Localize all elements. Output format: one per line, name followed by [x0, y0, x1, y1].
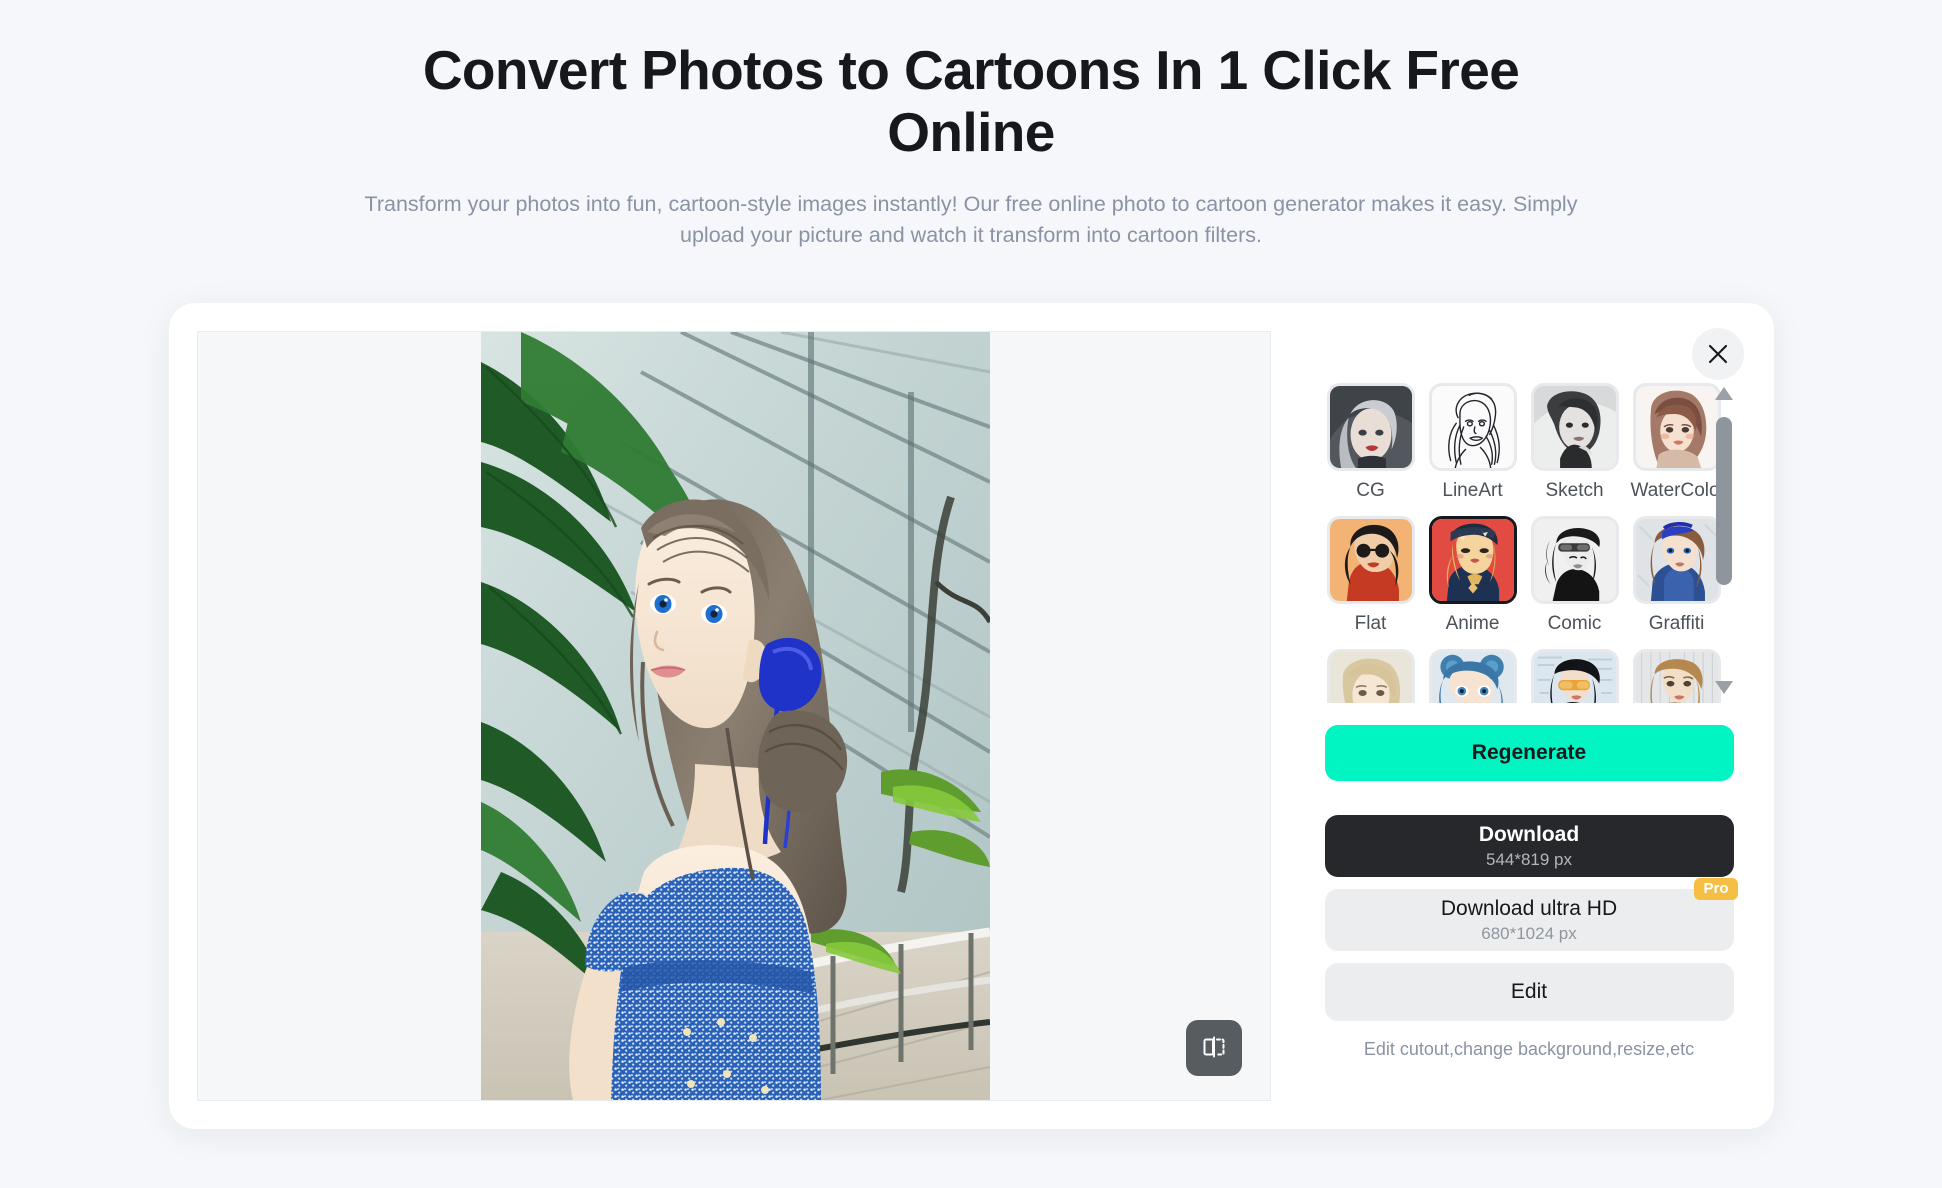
style-option-cg[interactable]: CG	[1325, 383, 1417, 502]
scrollbar-track[interactable]	[1715, 411, 1732, 675]
style-label: WaterColor	[1630, 480, 1726, 502]
download-button[interactable]: Download 544*819 px	[1324, 815, 1734, 878]
style-scrollbar[interactable]	[1714, 387, 1734, 699]
style-grid: CG LineArt Sketch WaterColor Flat Anime …	[1325, 383, 1726, 704]
style-label: Sketch	[1545, 480, 1604, 502]
style-option-row3-c[interactable]	[1529, 649, 1621, 704]
style-option-row3-a[interactable]	[1325, 649, 1417, 704]
style-thumbnail-watercolor	[1632, 383, 1721, 472]
close-icon	[1707, 343, 1729, 365]
style-thumbnail-cg	[1326, 383, 1415, 472]
style-label: Comic	[1547, 613, 1602, 635]
style-label: Anime	[1445, 613, 1500, 635]
page-subtitle: Transform your photos into fun, cartoon-…	[364, 192, 1578, 247]
style-option-sketch[interactable]: Sketch	[1529, 383, 1621, 502]
style-option-row3-d[interactable]	[1631, 649, 1723, 704]
style-label: Graffiti	[1648, 613, 1705, 635]
style-thumbnail-row3-c	[1530, 649, 1619, 704]
style-option-anime[interactable]: Anime	[1427, 516, 1519, 635]
style-option-flat[interactable]: Flat	[1325, 516, 1417, 635]
style-thumbnail-anime	[1428, 516, 1517, 605]
style-thumbnail-flat	[1326, 516, 1415, 605]
pro-badge: Pro	[1694, 878, 1738, 901]
scroll-down-arrow-icon[interactable]	[1714, 681, 1733, 699]
style-thumbnail-row3-b	[1428, 649, 1517, 704]
regenerate-button[interactable]: Regenerate	[1324, 725, 1734, 782]
style-label: LineArt	[1442, 480, 1503, 502]
style-thumbnail-comic	[1530, 516, 1619, 605]
image-canvas	[196, 331, 1271, 1102]
style-thumbnail-graffiti	[1632, 516, 1721, 605]
style-option-watercolor[interactable]: WaterColor	[1630, 383, 1726, 502]
result-image	[480, 332, 990, 1101]
edit-button[interactable]: Edit	[1324, 963, 1734, 1022]
download-ultra-label: Download ultra HD	[1440, 896, 1618, 920]
editor-card-wrapper: CG LineArt Sketch WaterColor Flat Anime …	[0, 303, 1942, 1130]
editor-card: CG LineArt Sketch WaterColor Flat Anime …	[168, 303, 1774, 1130]
style-thumbnail-row3-a	[1326, 649, 1415, 704]
regenerate-label: Regenerate	[1471, 741, 1587, 765]
download-ultra-hd-button[interactable]: Download ultra HD 680*1024 px Pro	[1324, 878, 1738, 952]
style-label: CG	[1356, 480, 1385, 502]
style-option-row3-b[interactable]	[1427, 649, 1519, 704]
page-title: Convert Photos to Cartoons In 1 Click Fr…	[422, 39, 1520, 163]
style-option-comic[interactable]: Comic	[1529, 516, 1621, 635]
edit-label: Edit	[1510, 980, 1548, 1004]
scrollbar-thumb[interactable]	[1715, 417, 1732, 586]
style-option-graffiti[interactable]: Graffiti	[1631, 516, 1723, 635]
download-ultra-size: 680*1024 px	[1481, 923, 1577, 943]
action-buttons: Regenerate Download 544*819 px Download …	[1324, 725, 1738, 1060]
scroll-up-arrow-icon[interactable]	[1714, 387, 1733, 405]
style-selector: CG LineArt Sketch WaterColor Flat Anime …	[1325, 383, 1734, 704]
download-label: Download	[1478, 822, 1580, 846]
style-option-lineart[interactable]: LineArt	[1427, 383, 1519, 502]
download-size: 544*819 px	[1485, 849, 1573, 869]
style-label: Flat	[1354, 613, 1387, 635]
compare-toggle-button[interactable]	[1185, 1020, 1242, 1077]
style-thumbnail-sketch	[1530, 383, 1619, 472]
close-button[interactable]	[1691, 328, 1744, 381]
options-panel: CG LineArt Sketch WaterColor Flat Anime …	[1271, 331, 1774, 1129]
hero-section: Convert Photos to Cartoons In 1 Click Fr…	[0, 0, 1942, 250]
style-thumbnail-row3-d	[1632, 649, 1721, 704]
edit-hint-text: Edit cutout,change background,resize,etc	[1363, 1039, 1695, 1060]
compare-split-icon	[1201, 1034, 1227, 1063]
style-thumbnail-lineart	[1428, 383, 1517, 472]
